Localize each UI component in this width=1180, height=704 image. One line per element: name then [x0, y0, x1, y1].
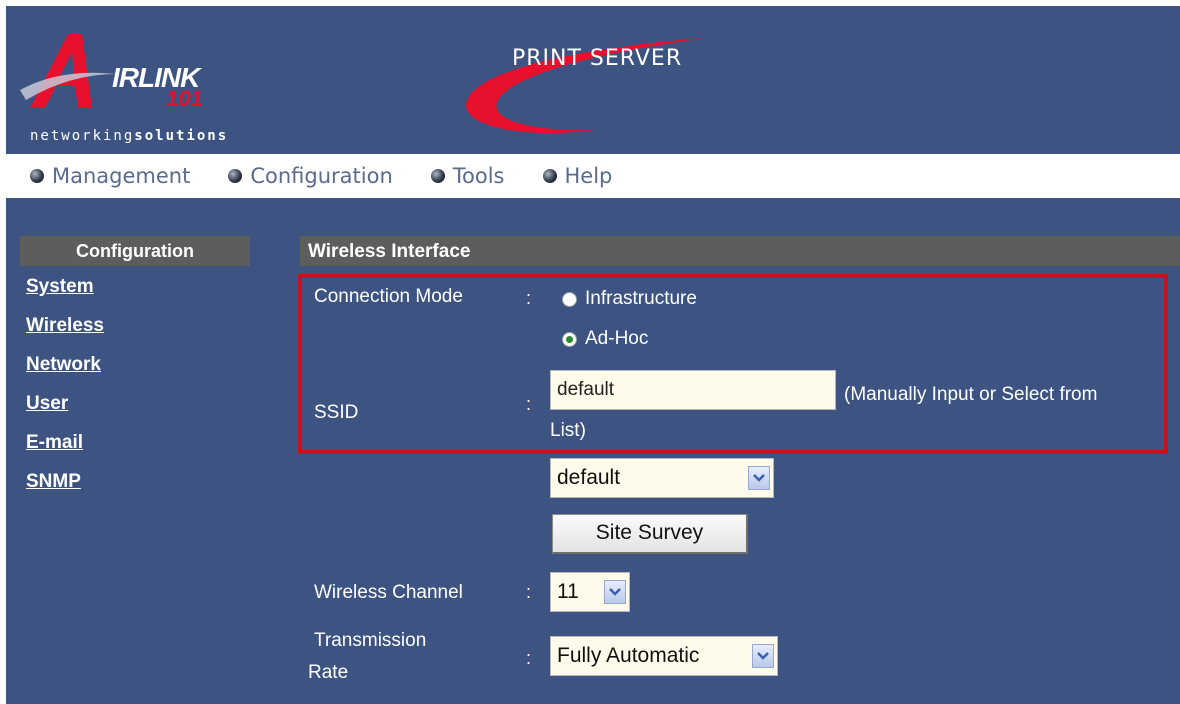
nav-label: Management — [52, 164, 191, 188]
wireless-channel-colon: : — [526, 582, 532, 602]
product-title: PRINT SERVER — [512, 46, 683, 71]
radio-adhoc-label: Ad-Hoc — [585, 328, 649, 349]
bullet-icon — [30, 169, 44, 183]
wireless-channel-select[interactable]: 11 — [550, 572, 630, 612]
sidebar-links: System Wireless Network User E-mail SNMP — [26, 274, 104, 508]
page-frame: IRLINK 101 networkingsolutions PRINT SER… — [6, 6, 1180, 704]
chevron-down-icon[interactable] — [752, 644, 774, 668]
top-nav: Management Configuration Tools Help — [6, 154, 1180, 198]
ssid-select[interactable]: default — [550, 458, 774, 498]
transmission-rate-label-line2: Rate — [308, 662, 349, 683]
chevron-down-icon[interactable] — [748, 466, 770, 490]
transmission-rate-colon: : — [526, 648, 532, 668]
logo-number: 101 — [166, 86, 203, 111]
radio-adhoc[interactable]: Ad-Hoc — [562, 328, 648, 350]
chevron-down-icon[interactable] — [604, 580, 626, 604]
radio-infrastructure[interactable]: Infrastructure — [562, 288, 697, 310]
sidebar-item-wireless[interactable]: Wireless — [26, 313, 104, 352]
radio-adhoc-button[interactable] — [562, 331, 577, 347]
tagline-light: networking — [30, 128, 135, 144]
connection-mode-label: Connection Mode — [314, 286, 463, 307]
ssid-input[interactable] — [550, 370, 836, 410]
connection-mode-colon: : — [526, 288, 532, 308]
nav-management[interactable]: Management — [30, 164, 190, 188]
logo-a-mark-icon — [20, 34, 116, 108]
ssid-hint-line2: List) — [550, 420, 586, 441]
wireless-channel-value: 11 — [557, 580, 579, 603]
bullet-icon — [228, 169, 243, 183]
site-survey-button[interactable]: Site Survey — [552, 514, 748, 554]
sidebar-item-network[interactable]: Network — [26, 352, 104, 391]
airlink-logo: IRLINK 101 networkingsolutions — [20, 28, 280, 152]
nav-label: Tools — [452, 164, 505, 188]
nav-tools[interactable]: Tools — [430, 164, 505, 188]
ssid-colon: : — [526, 394, 532, 414]
nav-configuration[interactable]: Configuration — [228, 164, 393, 188]
bullet-icon — [430, 169, 445, 183]
nav-label: Configuration — [250, 164, 393, 188]
sidebar-title: Configuration — [20, 236, 250, 266]
radio-infrastructure-button[interactable] — [562, 291, 577, 307]
sidebar-item-email[interactable]: E-mail — [26, 430, 104, 469]
ssid-label: SSID — [314, 402, 359, 423]
bullet-icon — [542, 169, 557, 183]
nav-help[interactable]: Help — [542, 164, 613, 188]
ssid-hint-line1: (Manually Input or Select from — [844, 384, 1098, 405]
nav-label: Help — [564, 164, 613, 188]
logo-tagline: networkingsolutions — [30, 128, 228, 144]
sidebar-item-system[interactable]: System — [26, 274, 104, 313]
ssid-select-value: default — [557, 466, 621, 489]
sidebar-item-snmp[interactable]: SNMP — [26, 469, 104, 508]
radio-infrastructure-label: Infrastructure — [585, 288, 697, 309]
transmission-rate-label-line1: Transmission — [314, 630, 427, 651]
sidebar-item-user[interactable]: User — [26, 391, 104, 430]
transmission-rate-value: Fully Automatic — [557, 644, 700, 667]
header: IRLINK 101 networkingsolutions PRINT SER… — [6, 6, 1180, 154]
section-title: Wireless Interface — [300, 236, 1180, 266]
wireless-channel-label: Wireless Channel — [314, 582, 463, 603]
tagline-bold: solutions — [134, 128, 229, 144]
transmission-rate-select[interactable]: Fully Automatic — [550, 636, 778, 676]
